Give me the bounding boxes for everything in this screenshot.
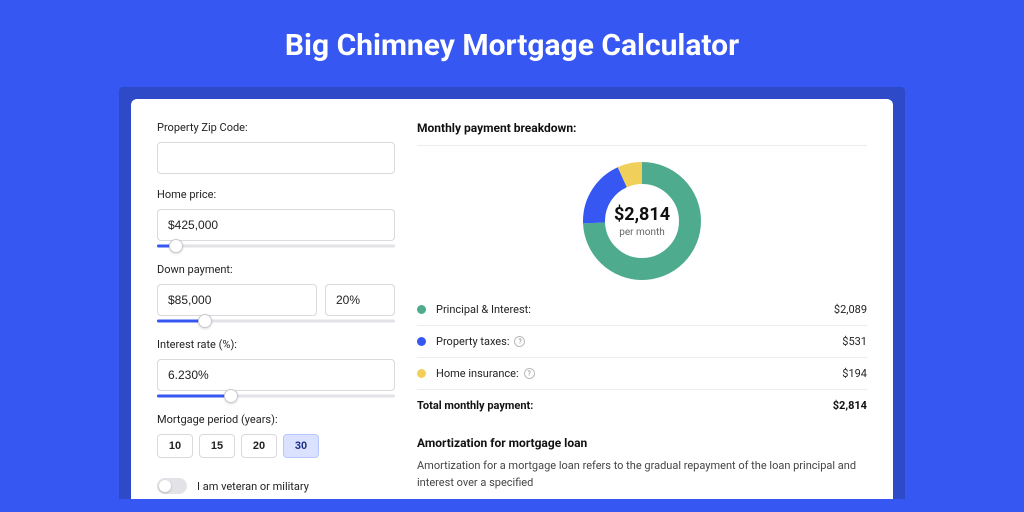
interest-rate-slider[interactable] bbox=[157, 389, 395, 403]
page-title: Big Chimney Mortgage Calculator bbox=[0, 0, 1024, 87]
donut-chart: $2,814 per month bbox=[581, 160, 703, 282]
breakdown-column: Monthly payment breakdown: $2,814 per mo… bbox=[417, 121, 867, 499]
veteran-row: I am veteran or military bbox=[157, 478, 395, 494]
legend-label: Principal & Interest: bbox=[436, 303, 834, 316]
toggle-knob bbox=[159, 480, 171, 492]
legend-value: $2,089 bbox=[834, 303, 867, 316]
slider-thumb[interactable] bbox=[224, 389, 238, 403]
total-row: Total monthly payment: $2,814 bbox=[417, 390, 867, 426]
period-row: 10152030 bbox=[157, 434, 395, 458]
card-band: Property Zip Code: Home price: Down paym… bbox=[119, 87, 905, 499]
legend-dot-icon bbox=[417, 305, 426, 314]
donut-sub: per month bbox=[619, 227, 665, 238]
legend-label: Home insurance:? bbox=[436, 367, 842, 380]
legend-row: Home insurance:?$194 bbox=[417, 358, 867, 390]
zip-label: Property Zip Code: bbox=[157, 121, 395, 134]
amortization-heading: Amortization for mortgage loan bbox=[417, 426, 867, 458]
legend-value: $194 bbox=[842, 367, 867, 380]
total-value: $2,814 bbox=[833, 399, 867, 412]
interest-rate-input[interactable] bbox=[157, 359, 395, 391]
legend-value: $531 bbox=[842, 335, 867, 348]
inputs-column: Property Zip Code: Home price: Down paym… bbox=[157, 121, 395, 499]
legend: Principal & Interest:$2,089Property taxe… bbox=[417, 294, 867, 390]
period-field: Mortgage period (years): 10152030 bbox=[157, 413, 395, 458]
slider-fill bbox=[157, 395, 231, 398]
period-button-20[interactable]: 20 bbox=[241, 434, 277, 458]
period-label: Mortgage period (years): bbox=[157, 413, 395, 426]
down-payment-label: Down payment: bbox=[157, 263, 395, 276]
home-price-input[interactable] bbox=[157, 209, 395, 241]
legend-dot-icon bbox=[417, 369, 426, 378]
help-icon[interactable]: ? bbox=[524, 368, 535, 379]
slider-thumb[interactable] bbox=[169, 239, 183, 253]
period-button-15[interactable]: 15 bbox=[199, 434, 235, 458]
legend-row: Property taxes:?$531 bbox=[417, 326, 867, 358]
donut-amount: $2,814 bbox=[614, 204, 670, 225]
interest-rate-label: Interest rate (%): bbox=[157, 338, 395, 351]
down-payment-field: Down payment: bbox=[157, 263, 395, 328]
veteran-toggle[interactable] bbox=[157, 478, 187, 494]
period-button-30[interactable]: 30 bbox=[283, 434, 319, 458]
down-payment-pct-input[interactable] bbox=[325, 284, 395, 316]
help-icon[interactable]: ? bbox=[514, 336, 525, 347]
legend-label: Property taxes:? bbox=[436, 335, 842, 348]
home-price-slider[interactable] bbox=[157, 239, 395, 253]
amortization-text: Amortization for a mortgage loan refers … bbox=[417, 458, 867, 491]
down-payment-slider[interactable] bbox=[157, 314, 395, 328]
breakdown-heading: Monthly payment breakdown: bbox=[417, 121, 867, 146]
legend-dot-icon bbox=[417, 337, 426, 346]
veteran-label: I am veteran or military bbox=[197, 480, 309, 493]
total-label: Total monthly payment: bbox=[417, 399, 833, 412]
interest-rate-field: Interest rate (%): bbox=[157, 338, 395, 403]
period-button-10[interactable]: 10 bbox=[157, 434, 193, 458]
zip-input[interactable] bbox=[157, 142, 395, 174]
slider-track bbox=[157, 245, 395, 248]
donut-wrap: $2,814 per month bbox=[417, 146, 867, 290]
calculator-card: Property Zip Code: Home price: Down paym… bbox=[131, 99, 893, 499]
zip-field: Property Zip Code: bbox=[157, 121, 395, 174]
home-price-field: Home price: bbox=[157, 188, 395, 253]
down-payment-input[interactable] bbox=[157, 284, 317, 316]
slider-thumb[interactable] bbox=[198, 314, 212, 328]
legend-row: Principal & Interest:$2,089 bbox=[417, 294, 867, 326]
home-price-label: Home price: bbox=[157, 188, 395, 201]
donut-center: $2,814 per month bbox=[581, 160, 703, 282]
